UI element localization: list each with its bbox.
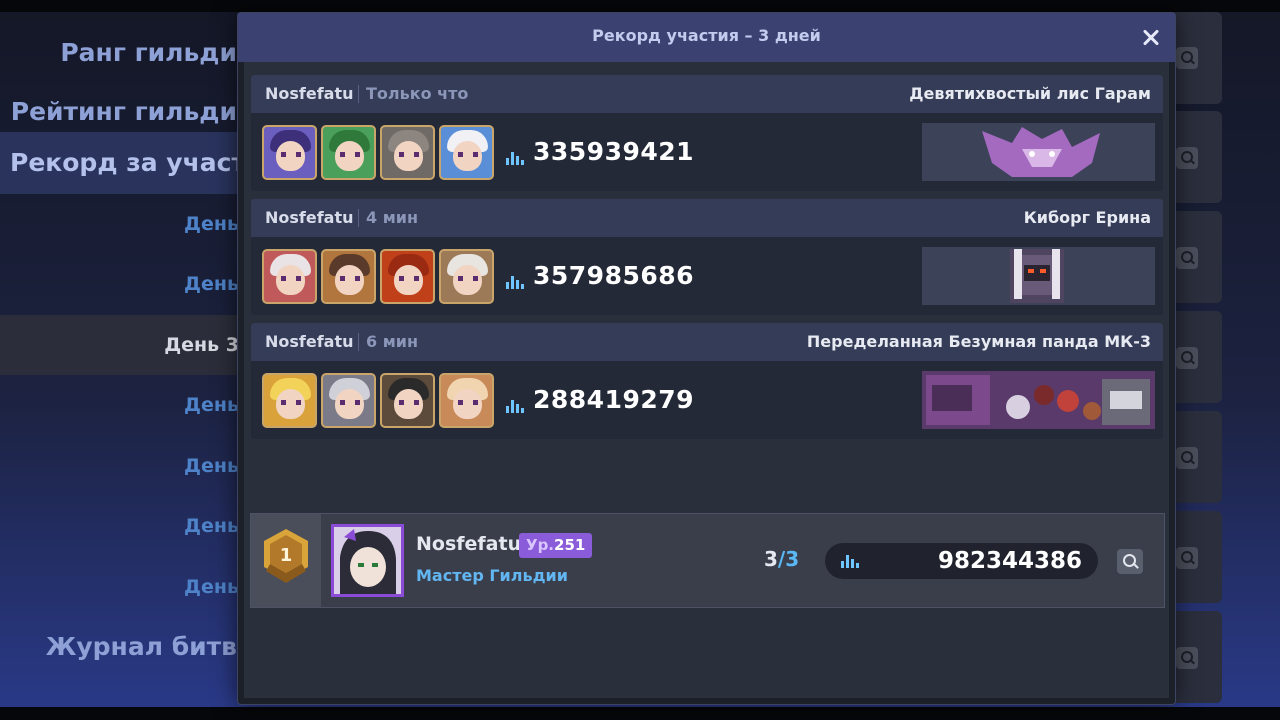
divider	[358, 85, 359, 103]
record-score: 357985686	[533, 261, 695, 290]
day-item-7[interactable]: День	[0, 557, 245, 617]
rank-number: 1	[279, 545, 293, 566]
divider	[358, 333, 359, 351]
boss-image[interactable]	[922, 123, 1155, 181]
member-name: Nosfefatu	[416, 533, 522, 555]
hero-portrait[interactable]	[439, 125, 494, 180]
record-score: 288419279	[533, 385, 695, 414]
hero-portrait[interactable]	[321, 125, 376, 180]
search-icon[interactable]	[1176, 347, 1198, 369]
avatar-portrait	[334, 527, 401, 594]
hero-portrait[interactable]	[321, 373, 376, 428]
boss-image[interactable]	[922, 371, 1155, 429]
boss-panda-image	[922, 371, 1155, 429]
avatar[interactable]	[331, 524, 404, 597]
participation-count: 3/3	[764, 547, 799, 571]
search-icon[interactable]	[1176, 247, 1198, 269]
guild-member-summary-row: 1 Nosfefatu Ур.251 Мастер Гильдии 3/3 98…	[250, 513, 1165, 608]
letterbox-top	[0, 0, 1280, 12]
count-total: 3	[785, 547, 800, 571]
record-boss-name: Киборг Ерина	[1023, 208, 1151, 227]
day-item-2[interactable]: День	[0, 254, 245, 314]
close-icon[interactable]	[1136, 23, 1166, 51]
record-boss-name: Переделанная Безумная панда МК-3	[806, 332, 1151, 351]
record-boss-name: Девятихвостый лис Гарам	[909, 84, 1151, 103]
boss-fox-image	[922, 123, 1155, 181]
hero-portrait[interactable]	[439, 373, 494, 428]
record-header: Nosfefatu 4 мин Киборг Ерина	[251, 199, 1163, 237]
letterbox-bottom	[0, 707, 1280, 720]
record-player-name: Nosfefatu	[265, 332, 354, 351]
member-role: Мастер Гильдии	[416, 566, 568, 585]
bar-chart-icon	[506, 400, 526, 413]
boss-cyborg-image	[922, 247, 1155, 305]
total-score: 982344386	[937, 548, 1082, 574]
search-icon[interactable]	[1176, 647, 1198, 669]
rank-medal-icon: 1	[262, 527, 310, 585]
record-player-name: Nosfefatu	[265, 84, 354, 103]
record-score: 335939421	[533, 137, 695, 166]
level-prefix: Ур.	[526, 536, 555, 554]
search-icon[interactable]	[1176, 147, 1198, 169]
bar-chart-icon	[506, 276, 526, 289]
modal-title: Рекорд участия – 3 дней	[592, 26, 821, 45]
day-item-6[interactable]: День	[0, 496, 245, 556]
record-entry: Nosfefatu 6 мин Переделанная Безумная па…	[251, 323, 1163, 439]
boss-image[interactable]	[922, 247, 1155, 305]
count-done: 3	[764, 547, 778, 571]
search-icon[interactable]	[1176, 447, 1198, 469]
total-score-pill: 982344386	[825, 543, 1098, 579]
record-time: 6 мин	[366, 332, 419, 351]
record-time: Только что	[366, 84, 469, 103]
menu-guild-rank[interactable]: Ранг гильди	[0, 24, 245, 82]
record-time: 4 мин	[366, 208, 419, 227]
hero-portrait[interactable]	[262, 373, 317, 428]
bar-chart-icon	[841, 555, 861, 568]
level-badge: Ур.251	[519, 533, 593, 558]
hero-portrait[interactable]	[262, 125, 317, 180]
participation-record-modal: Рекорд участия – 3 дней Nosfefatu Только…	[237, 12, 1176, 705]
record-player-name: Nosfefatu	[265, 208, 354, 227]
record-entry: Nosfefatu 4 мин Киборг Ерина 357985686	[251, 199, 1163, 315]
day-item-1[interactable]: День	[0, 194, 245, 254]
search-icon[interactable]	[1117, 549, 1143, 574]
divider	[358, 209, 359, 227]
search-icon[interactable]	[1176, 47, 1198, 69]
hero-portrait[interactable]	[380, 373, 435, 428]
hero-portrait[interactable]	[380, 125, 435, 180]
hero-portrait[interactable]	[439, 249, 494, 304]
modal-body: Nosfefatu Только что Девятихвостый лис Г…	[244, 62, 1169, 698]
hero-portrait[interactable]	[321, 249, 376, 304]
menu-battle-log[interactable]: Журнал битв	[0, 616, 245, 678]
day-item-4[interactable]: День	[0, 375, 245, 435]
rank-cell: 1	[251, 514, 321, 607]
level-value: 251	[554, 536, 586, 554]
menu-participation-record[interactable]: Рекорд за участи	[0, 132, 245, 194]
hero-portrait[interactable]	[262, 249, 317, 304]
record-entry: Nosfefatu Только что Девятихвостый лис Г…	[251, 75, 1163, 191]
day-item-5[interactable]: День	[0, 436, 245, 496]
search-icon[interactable]	[1176, 547, 1198, 569]
day-item-3[interactable]: День 3	[0, 315, 245, 375]
modal-header: Рекорд участия – 3 дней	[238, 13, 1175, 62]
record-header: Nosfefatu 6 мин Переделанная Безумная па…	[251, 323, 1163, 361]
background-left-panel: Ранг гильди Рейтинг гильди Рекорд за уча…	[0, 12, 245, 707]
hero-portrait[interactable]	[380, 249, 435, 304]
record-header: Nosfefatu Только что Девятихвостый лис Г…	[251, 75, 1163, 113]
bar-chart-icon	[506, 152, 526, 165]
